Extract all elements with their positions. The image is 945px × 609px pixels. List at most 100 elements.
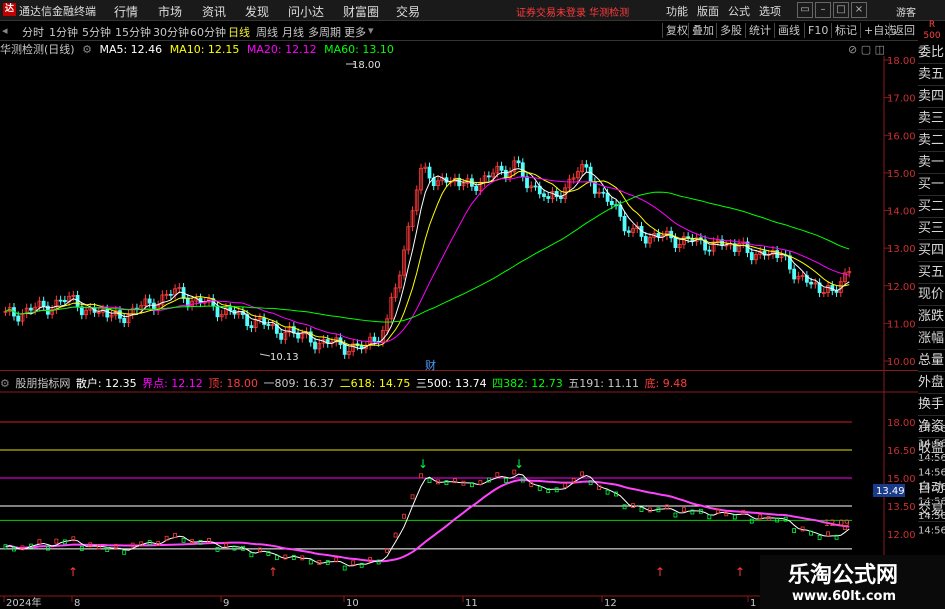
price-axis-label-8: 10.00 <box>887 357 916 368</box>
watermark-url: www.60lt.com <box>792 589 897 604</box>
price-axis-label-0: 18.00 <box>887 56 916 67</box>
candle-body <box>605 192 610 202</box>
side-item-18: 收益 <box>918 438 945 460</box>
candle-body <box>749 252 754 261</box>
side-item-7: 买二 <box>918 196 945 218</box>
side-item-3: 卖三 <box>918 108 945 130</box>
finance-marker: 财 <box>425 358 436 372</box>
side-item-19[interactable]: 自动 <box>918 478 945 500</box>
candle-body <box>516 160 521 164</box>
side-item-10: 买五 <box>918 262 945 284</box>
ind-candle <box>249 552 254 558</box>
candle-body <box>29 307 33 311</box>
ind-candle <box>622 504 627 510</box>
ind-candle <box>732 514 737 520</box>
ind-candle <box>563 483 568 488</box>
watermark: 乐淘公式网 www.60lt.com <box>760 555 945 609</box>
ind-axis-label-4: 12.00 <box>887 530 916 541</box>
ind-axis-label-0: 18.00 <box>887 418 916 429</box>
up-arrow-3: ↑ <box>655 565 665 579</box>
side-item-2: 卖四 <box>918 86 945 108</box>
low-pointer <box>259 353 271 357</box>
price-axis-label-4: 14.00 <box>887 207 916 218</box>
high-label: 18.00 <box>352 60 381 71</box>
quote-side-panel: 委比 卖五 卖四 卖三 卖二 卖一 买一 买二 买三 买四 买五 现价 涨跌 涨幅 总量 外盘 换手 净资 收益 自动… <box>918 42 945 522</box>
ind-candle <box>342 565 347 571</box>
candle-body <box>542 193 546 197</box>
candle-body <box>609 200 614 206</box>
ind-candle <box>537 486 542 491</box>
ma5-line <box>5 168 850 350</box>
date-label-0: 2024年 <box>6 596 41 609</box>
candle-body <box>533 185 538 188</box>
ind-candle <box>54 538 59 544</box>
ind-candle <box>105 547 110 552</box>
ind-candle <box>639 507 644 512</box>
up-arrow-1: ↑ <box>68 565 78 579</box>
candle-body <box>62 299 67 303</box>
ind-candle <box>826 531 830 537</box>
ind-axis-label-3: 13.50 <box>887 502 916 513</box>
side-item-20[interactable]: 交易 <box>918 500 945 522</box>
side-item-11: 现价 <box>918 284 945 306</box>
side-item-13: 涨幅 <box>918 328 945 350</box>
candle-body <box>499 165 504 171</box>
kline-chart[interactable]: 18.00 17.00 16.00 15.00 14.00 13.00 12.00 11.00… <box>0 0 945 609</box>
ind-candle <box>393 532 398 538</box>
candle-body <box>16 315 21 322</box>
last-value-label: 12.09 <box>824 519 850 529</box>
candle-body <box>147 298 152 304</box>
candle-body <box>601 191 606 194</box>
candle-body <box>584 164 589 168</box>
ind-candle <box>682 507 686 513</box>
candle-body <box>313 341 317 350</box>
up-arrow-2: ↑ <box>268 565 278 579</box>
up-arrow-4: ↑ <box>735 565 745 579</box>
side-item-8: 买三 <box>918 218 945 240</box>
ind-candle <box>351 560 356 566</box>
candle-body <box>168 293 173 296</box>
ind-candle <box>79 545 84 551</box>
candle-body <box>266 324 271 326</box>
ind-candle <box>37 539 42 545</box>
ind-candle <box>580 471 585 477</box>
candle-body <box>503 169 508 178</box>
side-item-12: 涨跌 <box>918 306 945 328</box>
watermark-title: 乐淘公式网 <box>788 562 899 588</box>
side-item-14: 总量 <box>918 350 945 372</box>
price-axis-label-2: 16.00 <box>887 131 916 142</box>
current-price-label: 13.49 <box>876 486 905 497</box>
price-axis-label-5: 13.00 <box>887 244 916 255</box>
date-label-5: 12 <box>604 598 617 609</box>
date-label-4: 11 <box>465 598 478 609</box>
date-label-3: 10 <box>346 598 359 609</box>
candle-body <box>707 249 712 252</box>
candle-body <box>279 332 284 340</box>
candle-body <box>342 344 347 355</box>
ind-candle <box>419 473 423 479</box>
candle-body <box>249 325 254 329</box>
ind-candle <box>308 559 313 565</box>
ind-candle <box>605 489 610 495</box>
ma60-line <box>5 191 850 323</box>
candle-body <box>41 300 46 307</box>
side-item-9: 买四 <box>918 240 945 262</box>
ind-candle <box>817 534 822 540</box>
ind-axis-label-2: 15.00 <box>887 474 916 485</box>
candle-body <box>809 281 813 285</box>
candle-body <box>792 268 797 280</box>
date-label-2: 9 <box>223 598 229 609</box>
ma20-line <box>5 176 850 344</box>
price-axis-label-3: 15.00 <box>887 169 916 180</box>
low-label: 10.13 <box>270 352 299 363</box>
candle-body <box>622 215 627 232</box>
candle-body <box>372 336 377 342</box>
side-item-5: 卖一 <box>918 152 945 174</box>
candle-body <box>525 176 529 189</box>
date-label-6: 1 <box>750 598 756 609</box>
side-item-1: 卖五 <box>918 64 945 86</box>
ind-candle <box>495 472 500 478</box>
ind-candle <box>402 513 406 519</box>
candle-body <box>626 230 631 233</box>
ind-candle <box>503 477 508 483</box>
